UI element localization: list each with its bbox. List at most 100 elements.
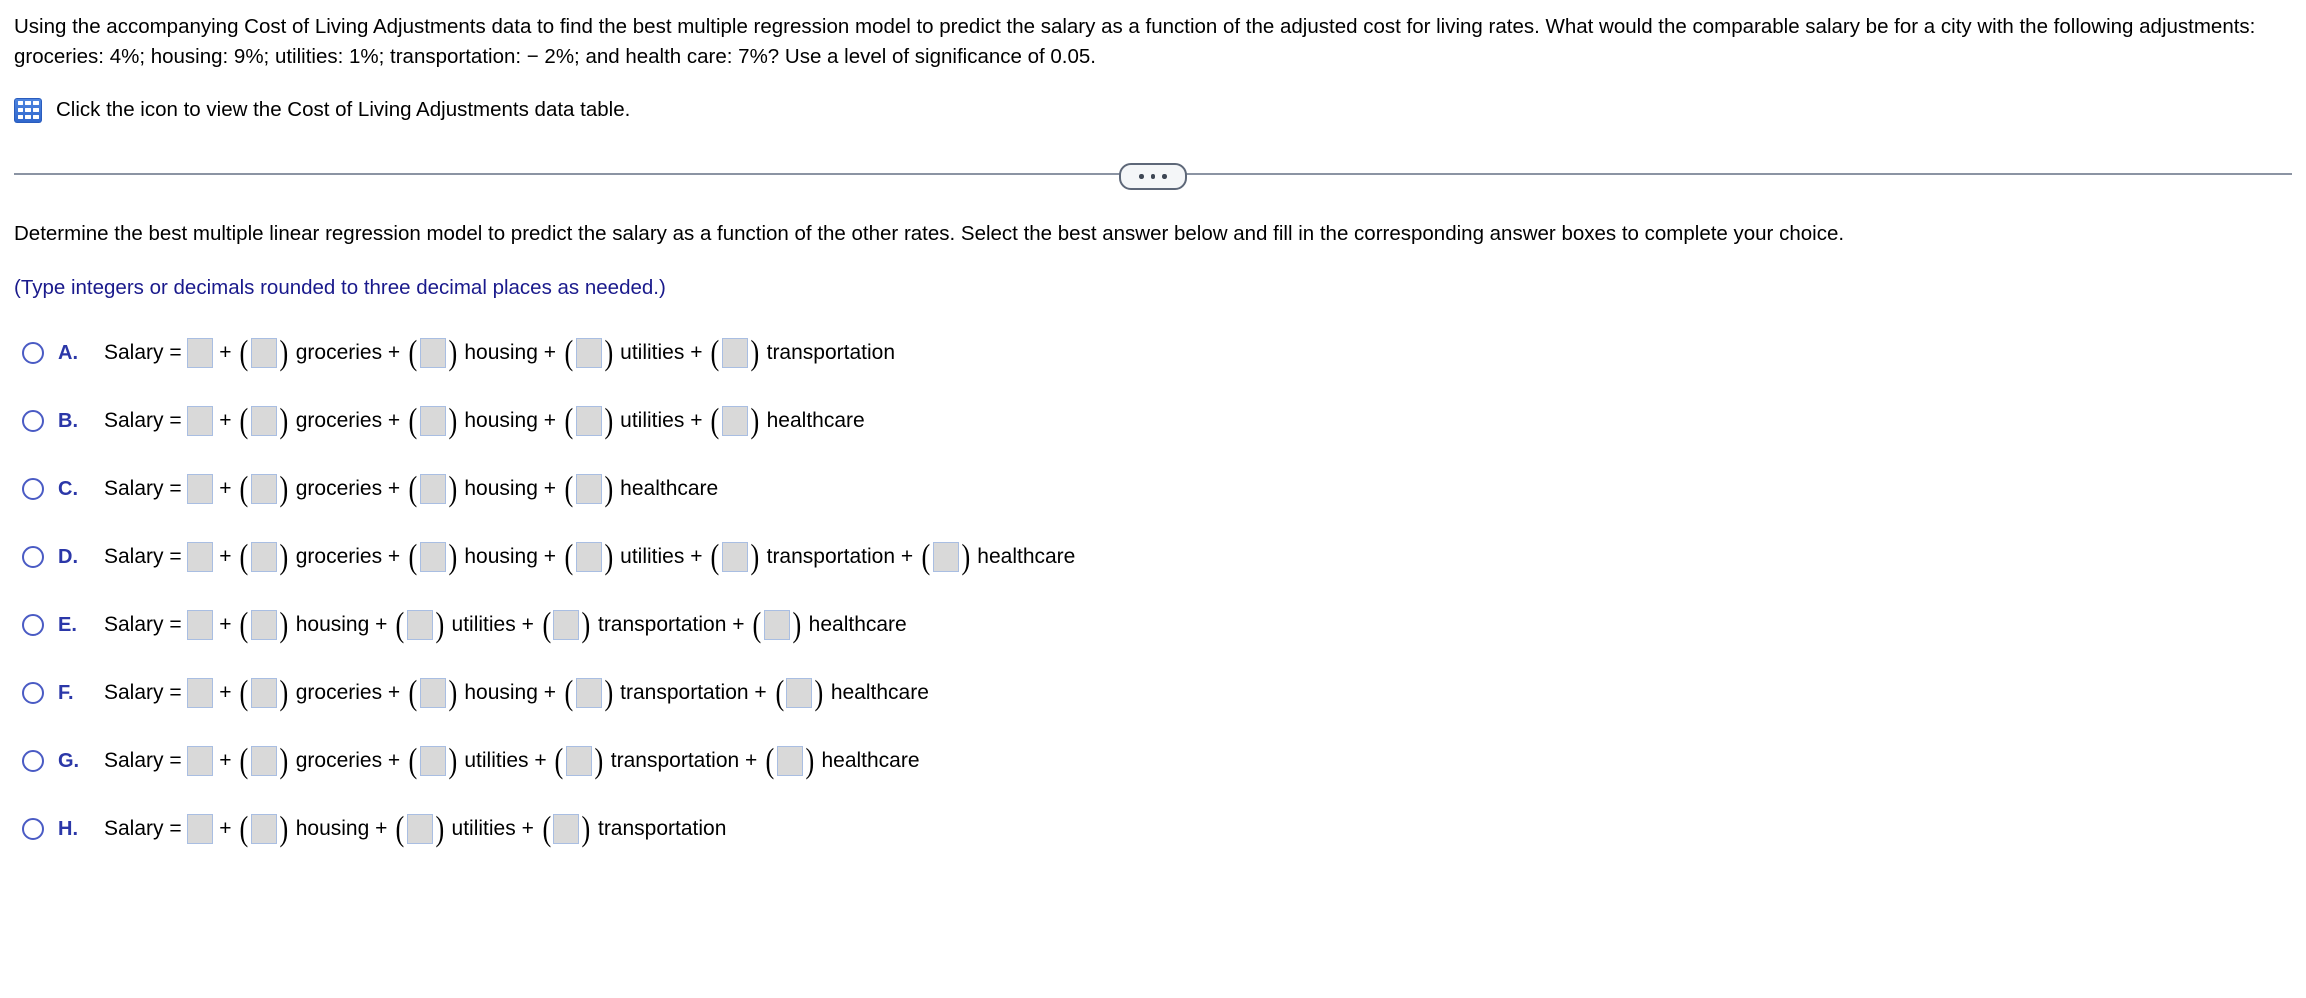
intercept-input[interactable] — [187, 406, 214, 436]
coefficient-input-groceries[interactable] — [251, 542, 278, 572]
answer-option-b[interactable]: B. Salary = + () groceries + () housing + (… — [14, 387, 2292, 455]
radio-button[interactable] — [22, 682, 44, 704]
exercise-page: Using the accompanying Cost of Living Ad… — [0, 0, 2306, 998]
intercept-input[interactable] — [187, 338, 214, 368]
coefficient-input-transportation[interactable] — [575, 678, 602, 708]
option-letter: D. — [58, 545, 78, 568]
answer-option-a[interactable]: A. Salary = + () groceries + () housing + (… — [14, 319, 2292, 387]
coefficient-group: () — [542, 809, 591, 848]
table-grid-icon[interactable] — [14, 97, 42, 123]
plus-operator: + — [684, 545, 709, 568]
ellipsis-button[interactable] — [1119, 163, 1187, 190]
term-label-housing: housing — [464, 545, 538, 568]
option-letter: F. — [58, 681, 74, 704]
term-label-utilities: utilities — [620, 341, 685, 364]
coefficient-group: () — [239, 401, 289, 440]
intercept-input[interactable] — [187, 678, 214, 708]
option-letter: C. — [58, 477, 78, 500]
coefficient-input-housing[interactable] — [419, 542, 446, 572]
plus-operator: + — [684, 341, 709, 364]
salary-equals-label: Salary = — [104, 749, 188, 772]
dot-icon — [1150, 174, 1156, 179]
plus-operator: + — [382, 409, 407, 432]
term-label-housing: housing — [464, 409, 538, 432]
intercept-input[interactable] — [187, 542, 214, 572]
radio-button[interactable] — [22, 750, 44, 772]
coefficient-input-housing[interactable] — [419, 406, 446, 436]
coefficient-group: () — [542, 605, 591, 644]
coefficient-group: () — [564, 537, 613, 576]
plus-operator: + — [382, 545, 407, 568]
radio-button[interactable] — [22, 410, 44, 432]
intercept-input[interactable] — [187, 814, 214, 844]
coefficient-input-groceries[interactable] — [251, 474, 278, 504]
term-label-healthcare: healthcare — [977, 545, 1076, 568]
radio-button[interactable] — [22, 342, 44, 364]
plus-operator: + — [537, 681, 562, 704]
plus-operator: + — [213, 681, 238, 704]
plus-operator: + — [684, 409, 709, 432]
term-label-transportation: transportation — [620, 681, 749, 704]
coefficient-input-healthcare[interactable] — [776, 746, 803, 776]
coefficient-input-transportation[interactable] — [553, 610, 580, 640]
term-label-transportation: transportation — [597, 817, 727, 840]
radio-button[interactable] — [22, 478, 44, 500]
coefficient-group: () — [554, 741, 604, 780]
plus-operator: + — [213, 477, 238, 500]
coefficient-input-utilities[interactable] — [419, 746, 446, 776]
answer-option-d[interactable]: D. Salary = + () groceries + () housing + (… — [14, 523, 2292, 591]
term-label-groceries: groceries — [295, 409, 383, 432]
coefficient-input-housing[interactable] — [251, 814, 278, 844]
plus-operator: + — [528, 749, 553, 772]
intercept-input[interactable] — [187, 474, 214, 504]
coefficient-input-housing[interactable] — [419, 338, 446, 368]
term-label-healthcare: healthcare — [766, 409, 865, 432]
coefficient-group: () — [408, 401, 457, 440]
coefficient-group: () — [395, 605, 445, 644]
coefficient-input-healthcare[interactable] — [721, 406, 748, 436]
plus-operator: + — [213, 613, 238, 636]
coefficient-group: () — [408, 741, 457, 780]
coefficient-input-utilities[interactable] — [575, 406, 602, 436]
coefficient-input-healthcare[interactable] — [764, 610, 790, 640]
coefficient-input-utilities[interactable] — [406, 814, 433, 844]
coefficient-input-groceries[interactable] — [251, 746, 278, 776]
answer-option-g[interactable]: G. Salary = + () groceries + () utilities +… — [14, 727, 2292, 795]
answer-option-c[interactable]: C. Salary = + () groceries + () housing + (… — [14, 455, 2292, 523]
coefficient-input-transportation[interactable] — [721, 338, 748, 368]
coefficient-input-housing[interactable] — [419, 678, 446, 708]
coefficient-input-housing[interactable] — [251, 610, 278, 640]
regression-equation: Salary = + () groceries + () housing + () u… — [104, 333, 895, 372]
radio-button[interactable] — [22, 818, 44, 840]
coefficient-group: () — [710, 333, 760, 372]
answer-option-e[interactable]: E. Salary = + () housing + () utilities + (… — [14, 591, 2292, 659]
coefficient-input-housing[interactable] — [419, 474, 446, 504]
coefficient-input-groceries[interactable] — [251, 678, 278, 708]
option-letter: H. — [58, 817, 78, 840]
coefficient-input-utilities[interactable] — [575, 338, 602, 368]
coefficient-group: () — [408, 333, 457, 372]
intercept-input[interactable] — [187, 610, 214, 640]
coefficient-group: () — [921, 537, 970, 576]
data-table-link[interactable]: Click the icon to view the Cost of Livin… — [14, 97, 2292, 123]
coefficient-input-transportation[interactable] — [721, 542, 748, 572]
intercept-input[interactable] — [187, 746, 214, 776]
coefficient-input-transportation[interactable] — [553, 814, 580, 844]
answer-option-h[interactable]: H. Salary = + () housing + () utilities + (… — [14, 795, 2292, 863]
term-label-groceries: groceries — [295, 341, 383, 364]
coefficient-input-groceries[interactable] — [251, 338, 278, 368]
coefficient-input-transportation[interactable] — [566, 746, 593, 776]
term-label-groceries: groceries — [295, 545, 383, 568]
coefficient-input-healthcare[interactable] — [575, 474, 602, 504]
regression-equation: Salary = + () groceries + () housing + () t… — [104, 675, 929, 710]
coefficient-input-utilities[interactable] — [575, 542, 602, 572]
answer-option-f[interactable]: F. Salary = + () groceries + () housing + (… — [14, 659, 2292, 727]
coefficient-group: () — [239, 469, 289, 508]
coefficient-input-groceries[interactable] — [251, 406, 278, 436]
coefficient-input-utilities[interactable] — [406, 610, 433, 640]
term-label-housing: housing — [295, 613, 370, 636]
radio-button[interactable] — [22, 614, 44, 636]
coefficient-input-healthcare[interactable] — [786, 678, 813, 708]
coefficient-input-healthcare[interactable] — [932, 542, 959, 572]
radio-button[interactable] — [22, 546, 44, 568]
